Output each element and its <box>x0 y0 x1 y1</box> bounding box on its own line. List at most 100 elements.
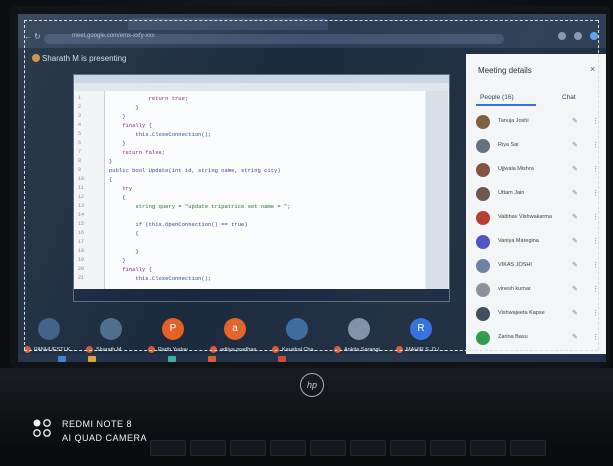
line-number: 5 <box>78 131 82 137</box>
code-editor: return true; } } finally { this.CloseCon… <box>105 91 425 289</box>
code-line: string query = "update tripatrice set na… <box>109 203 291 210</box>
line-number: 1 <box>78 95 82 101</box>
tile-avatar <box>286 318 308 340</box>
participant-tile[interactable]: PANHUESTI K... <box>24 318 80 358</box>
participant-name: Vishwajeeta Kapse <box>498 310 545 316</box>
participant-tile[interactable]: P Parth Yadav <box>148 318 204 358</box>
participant-row[interactable]: Riya Sai ✎ ⋮ <box>472 138 602 156</box>
line-number-gutter: 1 2 3 4 5 6 7 8 9 10 11 12 13 14 15 16 17 18 19 20 21 <box>74 91 105 289</box>
line-number: 9 <box>78 167 82 173</box>
participant-name: VIKAS JOSHI <box>498 262 532 268</box>
keyboard-key <box>350 440 386 456</box>
participant-tile[interactable]: a aditya pradhan <box>210 318 266 358</box>
line-number: 8 <box>78 158 82 164</box>
code-line: { <box>109 230 139 237</box>
laptop-screen: ← ↻ meet.google.com/ems-xxfy-xxx Sharath… <box>18 14 606 362</box>
mic-off-icon: ✎ <box>572 262 578 269</box>
shared-screen: 1 2 3 4 5 6 7 8 9 10 11 12 13 14 15 16 17 18 19 20 21 return… <box>73 74 450 302</box>
windows-taskbar <box>18 354 606 362</box>
active-tab-indicator <box>476 104 536 106</box>
tile-avatar: R <box>410 318 432 340</box>
line-number: 16 <box>78 230 85 236</box>
keyboard-key <box>510 440 546 456</box>
reload-icon[interactable]: ↻ <box>34 32 41 41</box>
keyboard-key <box>150 440 186 456</box>
code-line: return true; <box>109 95 189 102</box>
photo: ← ↻ meet.google.com/ems-xxfy-xxx Sharath… <box>0 0 613 466</box>
participant-name: Ujjwala Mishra <box>498 166 534 172</box>
participant-tile[interactable]: R MAHIR S. D / ... <box>396 318 452 358</box>
line-number: 20 <box>78 266 85 272</box>
meeting-details-panel: Meeting details × People (16) Chat Tanuj… <box>466 54 606 354</box>
participant-row[interactable]: Uttam Jain ✎ ⋮ <box>472 186 602 204</box>
participant-row[interactable]: Zarina Basu ✎ ⋮ <box>472 330 602 348</box>
participant-name: Riya Sai <box>498 142 519 148</box>
line-number: 4 <box>78 122 82 128</box>
extension-icon[interactable] <box>558 32 566 40</box>
participant-avatar <box>476 139 490 153</box>
participant-tile[interactable]: Ankita Sarangi <box>334 318 390 358</box>
participant-row[interactable]: Vaniya Maregina ✎ ⋮ <box>472 234 602 252</box>
participant-avatar <box>476 211 490 225</box>
selection-border-top <box>24 20 598 21</box>
participant-row[interactable]: VIKAS JOSHI ✎ ⋮ <box>472 258 602 276</box>
code-line: finally { <box>109 122 152 129</box>
code-line: } <box>109 257 126 264</box>
hp-logo: hp <box>300 373 324 397</box>
tile-avatar <box>100 318 122 340</box>
camera-stamp-model: REDMI NOTE 8 <box>62 419 133 429</box>
mic-off-icon: ✎ <box>572 334 578 341</box>
camera-lens-icon <box>33 419 51 437</box>
keyboard-key <box>470 440 506 456</box>
participant-row[interactable]: Vishwajeeta Kapse ✎ ⋮ <box>472 306 602 324</box>
explorer-icon[interactable] <box>88 356 96 362</box>
line-number: 21 <box>78 275 85 281</box>
back-icon[interactable]: ← <box>24 32 32 41</box>
app-icon[interactable] <box>168 356 176 362</box>
line-number: 12 <box>78 194 85 200</box>
keyboard-key <box>310 440 346 456</box>
close-icon[interactable]: × <box>590 64 595 74</box>
participant-tile[interactable]: Kaushal Cha... <box>272 318 328 358</box>
tile-avatar <box>348 318 370 340</box>
tile-avatar: a <box>224 318 246 340</box>
participant-row[interactable]: Ujjwala Mishra ✎ ⋮ <box>472 162 602 180</box>
mic-off-icon: ✎ <box>572 286 578 293</box>
recorder-icon[interactable] <box>278 356 286 362</box>
participant-row[interactable]: Vaibhav Vishwakarma ✎ ⋮ <box>472 210 602 228</box>
start-icon[interactable] <box>58 356 66 362</box>
participant-row[interactable]: vinesh kumar ✎ ⋮ <box>472 282 602 300</box>
keyboard-key <box>270 440 306 456</box>
address-text: meet.google.com/ems-xxfy-xxx <box>72 33 155 39</box>
line-number: 18 <box>78 248 85 254</box>
presenting-label: Sharath M is presenting <box>42 54 127 63</box>
profile-icon[interactable] <box>590 32 598 40</box>
participant-tile[interactable]: Sharath M <box>86 318 142 358</box>
code-line: } <box>109 104 139 111</box>
participant-name: Uttam Jain <box>498 190 525 196</box>
participant-row[interactable]: Tanuja Joshi ✎ ⋮ <box>472 114 602 132</box>
selection-border-right <box>598 20 599 350</box>
line-number: 13 <box>78 203 85 209</box>
code-line: } <box>109 248 139 255</box>
star-icon[interactable] <box>574 32 582 40</box>
participant-avatar <box>476 259 490 273</box>
selection-border-left <box>24 20 25 350</box>
participant-avatar <box>476 331 490 345</box>
code-line: } <box>109 113 126 120</box>
tab-chat[interactable]: Chat <box>562 94 576 101</box>
ide-titlebar <box>74 75 449 83</box>
participant-name: vinesh kumar <box>498 286 531 292</box>
code-line: { <box>109 176 113 183</box>
keyboard-key <box>230 440 266 456</box>
ide-menubar <box>74 83 449 91</box>
tab-people[interactable]: People (16) <box>480 94 514 101</box>
keyboard-key <box>190 440 226 456</box>
ide-side-panel <box>426 91 448 289</box>
participant-name: Vaibhav Vishwakarma <box>498 214 552 220</box>
line-number: 3 <box>78 113 82 119</box>
chrome-icon[interactable] <box>208 356 216 362</box>
participant-avatar <box>476 307 490 321</box>
mic-off-icon: ✎ <box>572 310 578 317</box>
line-number: 19 <box>78 257 85 263</box>
